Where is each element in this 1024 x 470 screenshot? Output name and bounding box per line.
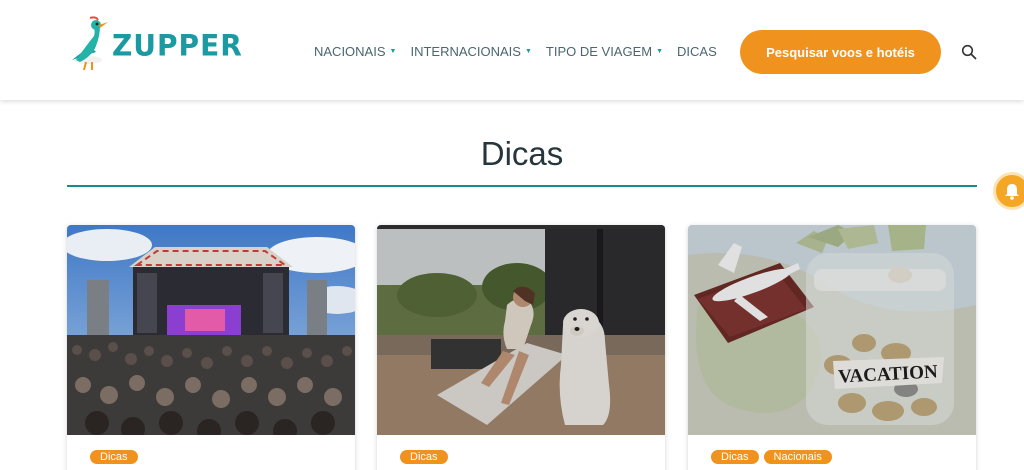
site-header: ZUPPER NACIONAIS ▼ INTERNACIONAIS ▼ TIPO…	[0, 0, 1024, 100]
tag-dicas[interactable]: Dicas	[90, 450, 138, 464]
bird-mascot-icon	[72, 16, 108, 71]
zupper-logo[interactable]: ZUPPER	[66, 16, 243, 74]
caret-down-icon: ▼	[524, 48, 532, 55]
card-tags: Dicas Nacionais	[711, 450, 832, 464]
search-flights-hotels-button[interactable]: Pesquisar voos e hotéis	[740, 30, 941, 74]
nav-item-internacionais[interactable]: INTERNACIONAIS ▼	[410, 44, 531, 59]
logo-wordmark: ZUPPER	[112, 27, 243, 63]
search-icon[interactable]	[961, 44, 977, 60]
main-nav: NACIONAIS ▼ INTERNACIONAIS ▼ TIPO DE VIA…	[314, 44, 717, 59]
nav-item-dicas[interactable]: DICAS	[677, 44, 717, 59]
tag-dicas[interactable]: Dicas	[400, 450, 448, 464]
bell-icon	[1005, 184, 1019, 200]
notification-bell-button[interactable]	[993, 172, 1024, 210]
concert-crowd-image	[67, 225, 355, 435]
article-card[interactable]: VACATION Dicas Nacionais	[688, 225, 976, 470]
nav-item-nacionais[interactable]: NACIONAIS ▼	[314, 44, 396, 59]
nav-item-tipo-de-viagem[interactable]: TIPO DE VIAGEM ▼	[546, 44, 663, 59]
card-tags: Dicas	[400, 450, 448, 464]
article-card[interactable]: Dicas	[377, 225, 665, 470]
tag-nacionais[interactable]: Nacionais	[763, 450, 832, 464]
caret-down-icon: ▼	[656, 48, 664, 55]
caret-down-icon: ▼	[389, 48, 397, 55]
woman-with-dog-image	[377, 225, 665, 435]
tag-dicas[interactable]: Dicas	[711, 450, 759, 464]
page-title: Dicas	[480, 135, 564, 172]
card-tags: Dicas	[90, 450, 138, 464]
vacation-jar-image: VACATION	[688, 225, 976, 435]
article-card[interactable]: Dicas	[67, 225, 355, 470]
title-divider	[67, 185, 977, 187]
